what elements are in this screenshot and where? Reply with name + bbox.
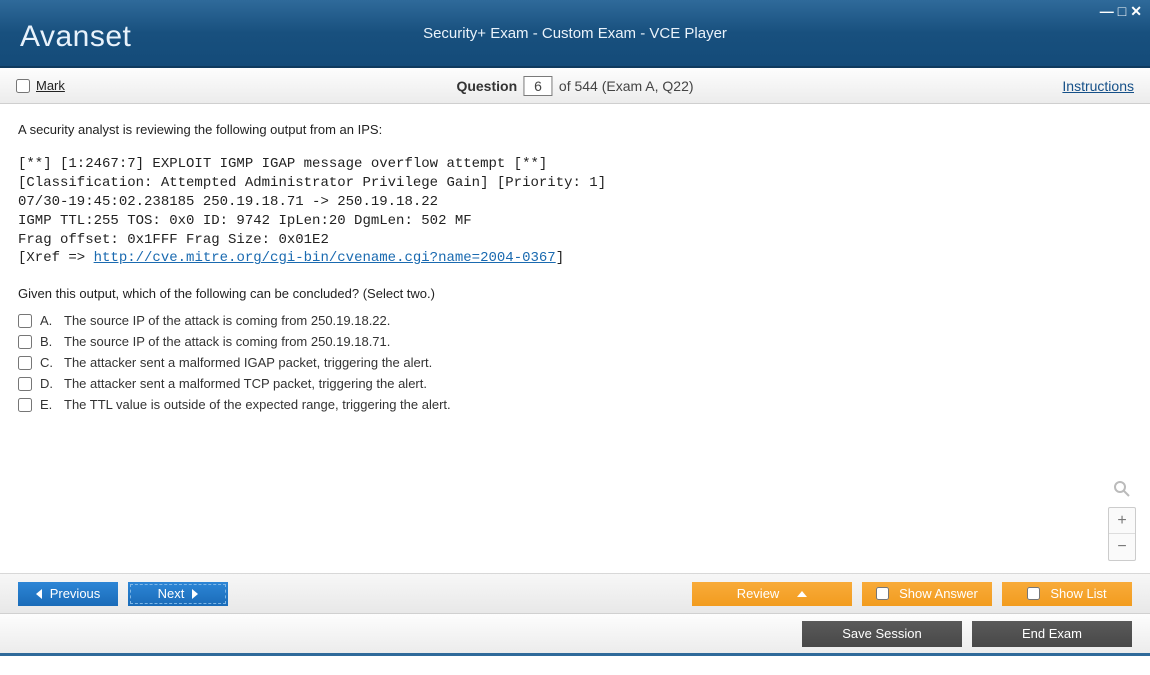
question-intro: A security analyst is reviewing the foll… xyxy=(18,122,1132,137)
option-c-checkbox[interactable] xyxy=(18,356,32,370)
xref-prefix: [Xref => xyxy=(18,250,94,266)
show-answer-label: Show Answer xyxy=(899,586,978,601)
zoom-in-button[interactable]: + xyxy=(1109,508,1135,534)
show-list-label: Show List xyxy=(1050,586,1106,601)
maximize-icon[interactable]: □ xyxy=(1118,4,1126,18)
zoom-out-button[interactable]: − xyxy=(1109,534,1135,560)
show-answer-checkbox[interactable] xyxy=(876,587,889,600)
option-c[interactable]: C. The attacker sent a malformed IGAP pa… xyxy=(18,355,1132,370)
option-text: The source IP of the attack is coming fr… xyxy=(64,313,390,328)
review-button[interactable]: Review xyxy=(692,582,852,606)
close-icon[interactable]: ✕ xyxy=(1130,4,1142,18)
triangle-left-icon xyxy=(36,589,42,599)
brand-logo: Avanset xyxy=(20,20,131,54)
code-line: IGMP TTL:255 TOS: 0x0 ID: 9742 IpLen:20 … xyxy=(18,213,472,229)
previous-label: Previous xyxy=(50,586,101,601)
previous-button[interactable]: Previous xyxy=(18,582,118,606)
code-line: 07/30-19:45:02.238185 250.19.18.71 -> 25… xyxy=(18,194,438,210)
action-bar-primary: Previous Next Review Show Answer Show Li… xyxy=(0,574,1150,614)
triangle-up-icon xyxy=(797,591,807,597)
minimize-icon[interactable]: — xyxy=(1100,4,1114,18)
question-total: of 544 (Exam A, Q22) xyxy=(559,78,694,94)
show-list-button[interactable]: Show List xyxy=(1002,582,1132,606)
review-label: Review xyxy=(737,586,780,601)
option-letter: A. xyxy=(40,313,56,328)
option-letter: C. xyxy=(40,355,56,370)
save-session-button[interactable]: Save Session xyxy=(802,621,962,647)
option-letter: B. xyxy=(40,334,56,349)
code-line: [Classification: Attempted Administrator… xyxy=(18,175,606,191)
question-prompt: Given this output, which of the followin… xyxy=(18,286,1132,301)
option-b-checkbox[interactable] xyxy=(18,335,32,349)
mark-checkbox[interactable] xyxy=(16,79,30,93)
code-line: Frag offset: 0x1FFF Frag Size: 0x01E2 xyxy=(18,232,329,248)
magnifier-icon[interactable] xyxy=(1110,479,1134,503)
option-letter: E. xyxy=(40,397,56,412)
cve-link[interactable]: http://cve.mitre.org/cgi-bin/cvename.cgi… xyxy=(94,250,556,266)
option-d[interactable]: D. The attacker sent a malformed TCP pac… xyxy=(18,376,1132,391)
option-a[interactable]: A. The source IP of the attack is coming… xyxy=(18,313,1132,328)
question-label: Question xyxy=(456,78,517,94)
zoom-controls: + − xyxy=(1108,479,1136,561)
option-a-checkbox[interactable] xyxy=(18,314,32,328)
option-b[interactable]: B. The source IP of the attack is coming… xyxy=(18,334,1132,349)
mark-wrap: Mark xyxy=(16,78,65,93)
question-content: A security analyst is reviewing the foll… xyxy=(0,104,1150,574)
option-text: The source IP of the attack is coming fr… xyxy=(64,334,390,349)
triangle-right-icon xyxy=(192,589,198,599)
show-list-checkbox[interactable] xyxy=(1027,587,1040,600)
next-button[interactable]: Next xyxy=(128,582,228,606)
mark-label[interactable]: Mark xyxy=(36,78,65,93)
option-text: The attacker sent a malformed IGAP packe… xyxy=(64,355,432,370)
ips-output: [**] [1:2467:7] EXPLOIT IGMP IGAP messag… xyxy=(18,155,1132,268)
code-line: [**] [1:2467:7] EXPLOIT IGMP IGAP messag… xyxy=(18,156,547,172)
xref-suffix: ] xyxy=(556,250,564,266)
option-letter: D. xyxy=(40,376,56,391)
next-label: Next xyxy=(158,586,185,601)
option-e-checkbox[interactable] xyxy=(18,398,32,412)
instructions-link[interactable]: Instructions xyxy=(1062,78,1134,94)
option-e[interactable]: E. The TTL value is outside of the expec… xyxy=(18,397,1132,412)
show-answer-button[interactable]: Show Answer xyxy=(862,582,992,606)
answer-options: A. The source IP of the attack is coming… xyxy=(18,313,1132,412)
action-bar-secondary: Save Session End Exam xyxy=(0,614,1150,656)
option-text: The attacker sent a malformed TCP packet… xyxy=(64,376,427,391)
question-number[interactable]: 6 xyxy=(523,76,553,96)
zoom-box: + − xyxy=(1108,507,1136,561)
app-title: Security+ Exam - Custom Exam - VCE Playe… xyxy=(0,0,1150,68)
window-controls: — □ ✕ xyxy=(1100,4,1142,18)
title-bar: — □ ✕ Avanset Security+ Exam - Custom Ex… xyxy=(0,0,1150,68)
end-exam-button[interactable]: End Exam xyxy=(972,621,1132,647)
option-text: The TTL value is outside of the expected… xyxy=(64,397,451,412)
question-position: Question 6 of 544 (Exam A, Q22) xyxy=(456,76,693,96)
info-bar: Mark Question 6 of 544 (Exam A, Q22) Ins… xyxy=(0,68,1150,104)
option-d-checkbox[interactable] xyxy=(18,377,32,391)
